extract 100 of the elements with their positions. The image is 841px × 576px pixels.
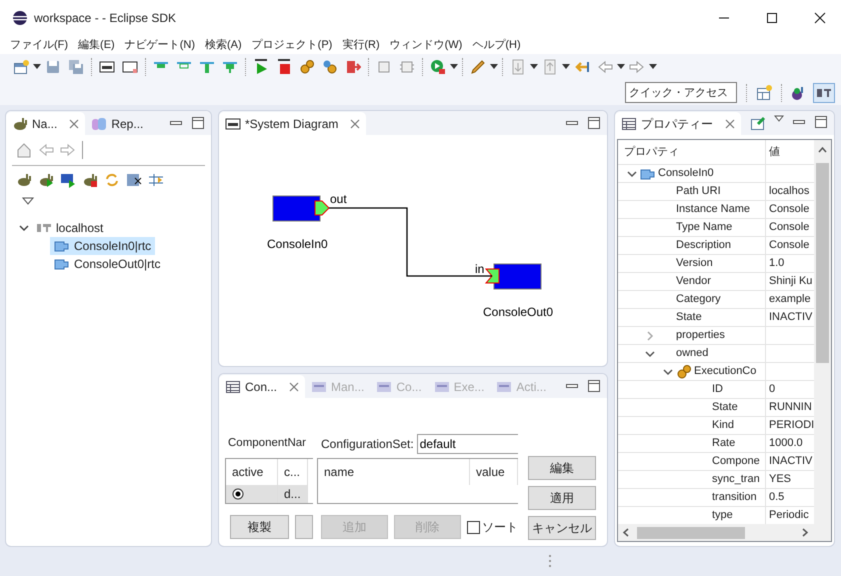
tree-item[interactable]: localhost — [32, 219, 108, 237]
view-tab[interactable]: Con... — [219, 375, 306, 398]
chip-icon[interactable] — [399, 59, 415, 75]
property-name: Path URI — [676, 184, 721, 200]
new-window-icon[interactable] — [13, 59, 29, 75]
port-marker[interactable] — [314, 200, 330, 216]
menu-item[interactable]: ウィンドウ(W) — [384, 36, 468, 54]
connector-icon[interactable] — [222, 59, 238, 75]
property-name: Type Name — [676, 220, 732, 236]
link-icon[interactable] — [148, 172, 164, 188]
caret-icon[interactable] — [649, 64, 657, 70]
property-name: Version — [676, 256, 713, 272]
config-set-field[interactable]: default — [416, 434, 518, 454]
port-marker[interactable] — [484, 268, 500, 284]
maximize-icon[interactable] — [587, 379, 601, 393]
column-header[interactable]: value — [470, 459, 518, 485]
chip-icon[interactable] — [376, 59, 392, 75]
tree-item[interactable]: ConsoleOut0|rtc — [50, 255, 164, 273]
property-name: transition — [712, 490, 757, 506]
home-icon[interactable] — [16, 142, 32, 158]
pin-icon[interactable] — [750, 115, 766, 131]
table-icon — [621, 116, 637, 132]
pen-icon[interactable] — [470, 59, 486, 75]
database-icon — [91, 116, 108, 132]
property-value: 0.5 — [769, 490, 784, 506]
property-name: Description — [676, 238, 732, 254]
menu-item[interactable]: ヘルプ(H) — [467, 36, 526, 54]
plug-icon[interactable] — [38, 172, 54, 188]
tree-item[interactable]: properties — [676, 327, 725, 344]
caret-icon[interactable] — [450, 64, 458, 70]
caret-icon[interactable] — [530, 64, 538, 70]
action-button[interactable]: キャンセル — [528, 516, 596, 540]
close-icon[interactable] — [814, 12, 826, 24]
caret-icon[interactable] — [617, 64, 625, 70]
action-button[interactable]: 編集 — [528, 456, 596, 480]
plug-icon[interactable] — [16, 172, 32, 188]
rt-perspective-icon[interactable] — [813, 82, 835, 102]
caret-icon[interactable] — [33, 64, 41, 70]
plug-icon[interactable] — [82, 172, 98, 188]
maximize-icon[interactable] — [587, 116, 601, 130]
column-header[interactable]: name — [318, 459, 470, 485]
property-name: State — [712, 400, 738, 416]
column-header[interactable]: プロパティ — [618, 140, 766, 165]
grip-icon[interactable] — [548, 554, 552, 568]
quick-access-field[interactable]: クイック・アクセス — [625, 82, 737, 103]
chevron-down-icon[interactable] — [627, 168, 637, 178]
property-value: PERIODI — [769, 418, 814, 434]
caret-icon[interactable] — [490, 64, 498, 70]
property-name: sync_tran — [712, 472, 760, 488]
tree-item[interactable]: ConsoleIn0|rtc — [50, 237, 156, 255]
filter-icon[interactable] — [126, 172, 142, 188]
copy-button[interactable]: 複製 — [230, 515, 290, 539]
stop-icon[interactable] — [276, 59, 292, 75]
port-label: out — [330, 192, 347, 206]
maximize-icon[interactable] — [814, 115, 828, 129]
chevron-down-icon[interactable] — [663, 366, 673, 376]
view-tab[interactable]: プロパティー — [615, 112, 741, 135]
connector-icon[interactable] — [199, 59, 215, 75]
monitor-icon[interactable] — [60, 172, 76, 188]
action-button[interactable]: 適用 — [528, 486, 596, 510]
open-perspective-icon[interactable] — [756, 84, 772, 100]
menu-item[interactable]: 編集(E) — [73, 36, 120, 54]
view-tab[interactable]: Rep... — [85, 112, 150, 135]
sort-checkbox[interactable] — [467, 520, 480, 534]
component-block[interactable] — [494, 264, 542, 290]
chevron-down-icon[interactable] — [19, 223, 29, 233]
property-value: YES — [769, 472, 792, 488]
menu-item[interactable]: プロジェクト(P) — [246, 36, 338, 54]
scrollbar[interactable] — [814, 140, 831, 524]
floppies-icon[interactable] — [68, 59, 84, 75]
property-value: Console — [769, 202, 810, 218]
gear-icon[interactable] — [299, 59, 315, 75]
view-tab[interactable]: *System Diagram — [219, 112, 366, 135]
component-block[interactable] — [272, 196, 320, 222]
run-icon[interactable] — [430, 59, 446, 75]
gear-icon[interactable] — [322, 59, 338, 75]
scroll-thumb[interactable] — [816, 163, 829, 363]
tree-item[interactable]: ExecutionCo — [694, 363, 756, 380]
exit-icon[interactable] — [345, 59, 361, 75]
view-tab[interactable]: Na... — [6, 112, 86, 135]
menu-item[interactable]: ファイル(F) — [5, 36, 74, 54]
menu-item[interactable]: 実行(R) — [337, 36, 385, 54]
tree-item[interactable]: ConsoleIn0 — [658, 165, 714, 182]
tree-item[interactable]: owned — [676, 345, 708, 362]
chevron-down-icon[interactable] — [645, 348, 655, 358]
radio-button[interactable] — [232, 488, 244, 500]
property-value: Shinji Ku — [769, 274, 812, 290]
menu-item[interactable]: ナビゲート(N) — [120, 36, 200, 54]
view-menu-icon[interactable] — [774, 115, 784, 123]
arrow-icon[interactable] — [574, 59, 590, 75]
scroll-thumb[interactable] — [637, 526, 745, 538]
connector-line[interactable] — [329, 207, 492, 277]
maximize-icon[interactable] — [191, 116, 205, 130]
scrollbar[interactable] — [618, 524, 831, 541]
play-icon[interactable] — [253, 59, 269, 75]
menu-item[interactable]: 検索(A) — [200, 36, 247, 54]
maximize-icon[interactable] — [766, 12, 778, 24]
property-name: Compone — [712, 454, 760, 470]
caret-icon[interactable] — [562, 64, 570, 70]
dropdown-icon[interactable] — [22, 197, 34, 205]
